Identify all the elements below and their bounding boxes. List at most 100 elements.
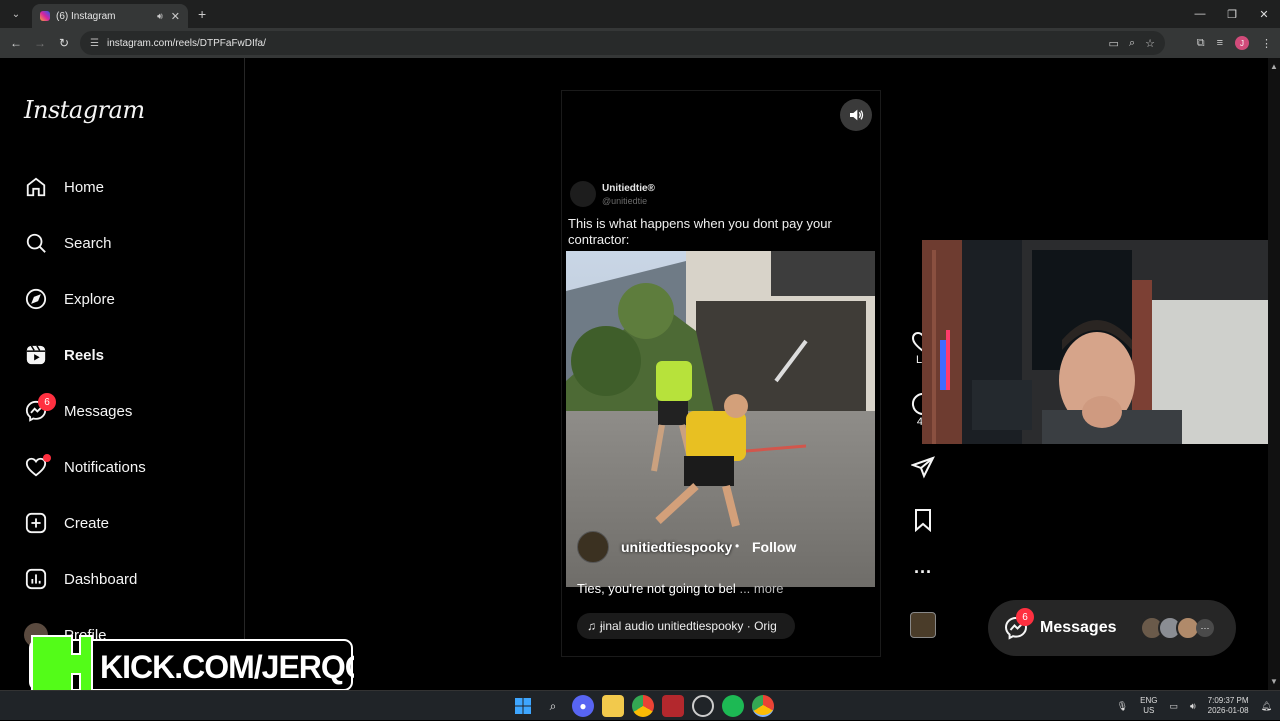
notification-bell-icon[interactable]: 🔔︎ — [1261, 701, 1272, 712]
sidebar-item-label: Reels — [64, 346, 105, 364]
discord-icon[interactable]: ● — [572, 695, 594, 717]
poster-avatar[interactable] — [577, 531, 609, 563]
reel-caption: Ties, you're not going to bel ... more — [577, 581, 784, 596]
sidebar-item-label: Explore — [64, 290, 115, 308]
webcam-image — [922, 240, 1280, 444]
toolbar-right: ⧉ ≡ J ⋮ — [1197, 28, 1272, 58]
back-button[interactable]: ← — [4, 36, 28, 50]
instagram-page: Instagram Home Search Explore Reels 6 Me… — [0, 58, 1280, 690]
scroll-up-icon[interactable]: ▲ — [1270, 62, 1278, 71]
lang-code: ENG — [1140, 696, 1158, 705]
send-icon — [911, 456, 935, 479]
tab-search-icon[interactable]: ⌄ — [4, 4, 28, 24]
file-explorer-icon[interactable] — [602, 695, 624, 717]
app-icon[interactable] — [662, 695, 684, 717]
extensions-icon[interactable]: ⧉ — [1197, 37, 1205, 50]
taskbar-apps: ⌕ ● — [512, 695, 774, 717]
messenger-icon: 6 — [24, 393, 56, 423]
kick-logo-icon — [31, 635, 93, 693]
url-text: instagram.com/reels/DTPFaFwDIfa/ — [106, 37, 266, 49]
notification-dot — [43, 454, 51, 462]
messages-floating-bar[interactable]: 6 Messages ··· — [988, 600, 1236, 656]
sidebar-item-messages[interactable]: 6 Messages — [24, 391, 132, 431]
sidebar-item-search[interactable]: Search — [24, 223, 112, 263]
tab-close-icon[interactable]: ✕ — [171, 10, 180, 23]
sidebar-item-create[interactable]: Create — [24, 503, 109, 543]
heart-icon — [24, 454, 51, 479]
bookmark-star-icon[interactable]: ☆ — [1145, 37, 1155, 50]
network-icon[interactable]: ▭ — [1169, 701, 1178, 712]
sidebar-item-notifications[interactable]: Notifications — [24, 447, 146, 487]
menu-dots-icon[interactable]: ⋮ — [1261, 37, 1272, 50]
tab-audio-icon[interactable]: 🔊︎ — [157, 11, 163, 22]
volume-icon[interactable]: 🔊︎ — [1190, 701, 1196, 712]
save-button[interactable] — [906, 508, 940, 532]
instagram-favicon-icon — [40, 11, 50, 21]
profile-avatar-button[interactable]: J — [1235, 36, 1249, 50]
more-options-button[interactable]: ··· — [906, 562, 940, 583]
reels-icon — [24, 343, 48, 367]
sidebar-item-label: Dashboard — [64, 570, 138, 588]
messenger-icon: 6 — [1004, 608, 1034, 640]
chrome-icon[interactable] — [752, 695, 774, 717]
browser-tab[interactable]: (6) Instagram 🔊︎ ✕ — [32, 4, 188, 28]
sidebar-item-reels[interactable]: Reels — [24, 335, 104, 375]
scroll-down-icon[interactable]: ▼ — [1270, 677, 1278, 686]
microphone-icon[interactable]: 🎙︎ — [1117, 701, 1128, 712]
sidebar-item-label: Search — [64, 234, 112, 252]
poster-username[interactable]: unitiedtiespooky — [621, 539, 732, 555]
audio-text: ɉinal audio unitiedtiespooky · Orig — [600, 619, 777, 633]
recent-chat-avatars: ··· — [1140, 616, 1214, 640]
site-info-icon[interactable]: ☰ — [90, 38, 99, 49]
address-bar[interactable]: ☰ instagram.com/reels/DTPFaFwDIfa/ ▭ ⌕ ☆ — [80, 31, 1165, 55]
caption-more-link[interactable]: ... more — [739, 581, 783, 596]
window-controls: — ❐ ✕ — [1184, 0, 1280, 28]
webcam-overlay — [922, 240, 1280, 444]
clock-date: 2026-01-08 — [1207, 706, 1249, 715]
start-button[interactable] — [512, 695, 534, 717]
new-tab-button[interactable]: + — [198, 6, 206, 22]
reel-player[interactable]: Unitiedtie® @unitiedtie This is what hap… — [561, 90, 881, 657]
minimize-button[interactable]: — — [1184, 0, 1216, 28]
audio-thumbnail[interactable] — [910, 612, 936, 638]
close-window-button[interactable]: ✕ — [1248, 0, 1280, 28]
spotify-icon[interactable] — [722, 695, 744, 717]
page-scrollbar[interactable]: ▲ ▼ — [1268, 58, 1280, 690]
more-chats-icon[interactable]: ··· — [1196, 619, 1214, 637]
share-button[interactable] — [906, 455, 940, 479]
language-indicator[interactable]: ENG US — [1140, 696, 1157, 716]
sidebar-item-explore[interactable]: Explore — [24, 279, 115, 319]
forward-button[interactable]: → — [28, 36, 52, 50]
music-note-icon: ♫ — [587, 619, 596, 633]
kick-stream-overlay: KICK.COM/JERQO — [29, 635, 354, 693]
audio-attribution[interactable]: ♫ ɉinal audio unitiedtiespooky · Orig — [577, 613, 795, 639]
clock[interactable]: 7:09:37 PM 2026-01-08 — [1208, 696, 1249, 716]
reload-button[interactable]: ↻ — [52, 36, 76, 50]
chrome-icon[interactable] — [632, 695, 654, 717]
cast-icon[interactable]: ▭ — [1109, 37, 1119, 50]
restore-button[interactable]: ❐ — [1216, 0, 1248, 28]
plus-square-icon — [24, 511, 48, 535]
tab-title: (6) Instagram — [56, 10, 116, 22]
obs-icon[interactable] — [692, 695, 714, 717]
sidebar-item-label: Messages — [64, 402, 133, 420]
instagram-logo[interactable]: Instagram — [24, 96, 145, 124]
tweet-author-handle: @unitiedtie — [602, 196, 648, 206]
messages-bar-label: Messages — [1040, 619, 1117, 636]
unmute-button[interactable] — [840, 99, 872, 131]
media-controls-icon[interactable]: ≡ — [1217, 37, 1223, 49]
windows-taskbar: ⌕ ● 🎙︎ ENG US ▭ 🔊︎ 7:09:37 PM 2026-01-08… — [0, 690, 1280, 720]
search-icon — [24, 231, 48, 255]
follow-button[interactable]: Follow — [752, 539, 796, 555]
system-tray: 🎙︎ ENG US ▭ 🔊︎ 7:09:37 PM 2026-01-08 🔔︎ — [1117, 691, 1280, 721]
address-bar-icons: ▭ ⌕ ☆ — [1109, 31, 1155, 55]
sidebar-item-dashboard[interactable]: Dashboard — [24, 559, 137, 599]
clock-time: 7:09:37 PM — [1207, 696, 1249, 705]
region-code: US — [1143, 706, 1155, 715]
sidebar-item-home[interactable]: Home — [24, 167, 104, 207]
reel-video[interactable] — [566, 251, 875, 587]
zoom-icon[interactable]: ⌕ — [1129, 37, 1135, 50]
caption-text: Ties, you're not going to bel — [577, 581, 736, 596]
dashboard-icon — [24, 567, 48, 591]
search-icon[interactable]: ⌕ — [542, 695, 564, 717]
